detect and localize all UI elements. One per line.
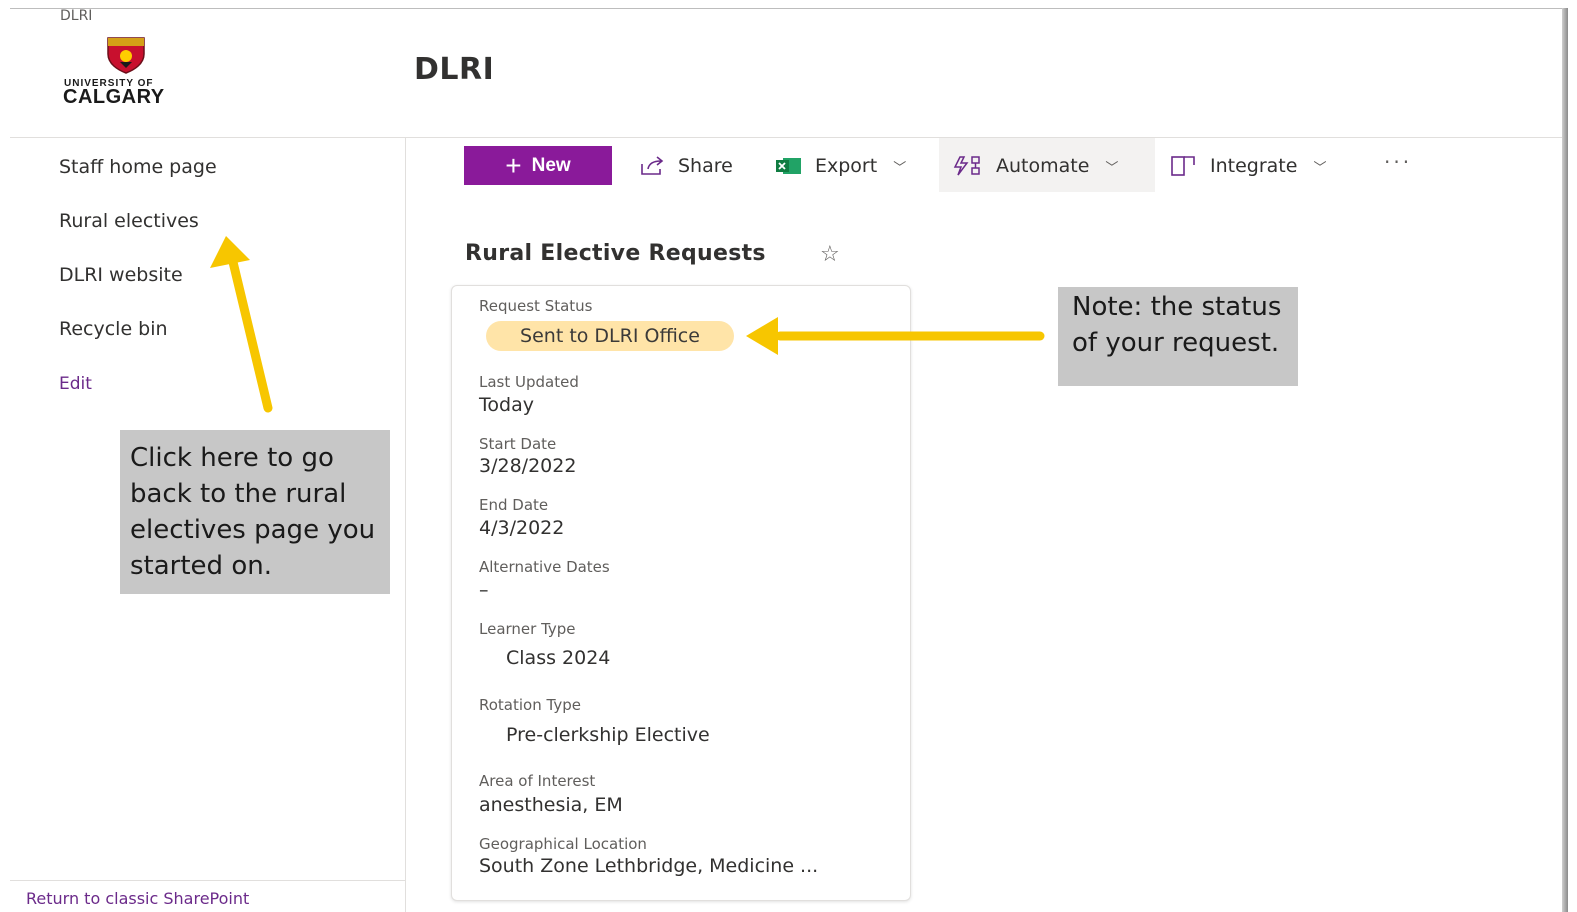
header-divider [10,137,1562,138]
export-button[interactable]: Export ﹀ [775,150,906,182]
list-title: Rural Elective Requests [465,241,766,266]
nav-divider [405,138,406,912]
field-label-request-status: Request Status [479,297,593,315]
field-label-area-of-interest: Area of Interest [479,772,596,790]
integrate-icon [1171,156,1195,176]
field-value-geographical-location: South Zone Lethbridge, Medicine ... [479,855,819,877]
university-logo[interactable]: UNIVERSITY OF CALGARY [60,36,200,110]
nav-footer-divider [10,880,405,881]
nav-item-staff-home[interactable]: Staff home page [59,156,217,178]
share-icon [641,156,664,175]
new-button-label: New [531,154,571,176]
share-button[interactable]: Share [640,150,733,182]
share-label: Share [678,155,733,177]
integrate-button[interactable]: Integrate ﹀ [1170,150,1326,182]
star-icon[interactable]: ☆ [820,242,840,267]
field-label-end-date: End Date [479,496,549,514]
logo-text-line2: CALGARY [63,86,165,108]
new-button[interactable]: + New [464,146,612,185]
plus-icon: + [505,149,522,181]
field-label-alternative-dates: Alternative Dates [479,558,610,576]
site-breadcrumb[interactable]: DLRI [60,8,92,24]
annotation-callout-rural-electives: Click here to go back to the rural elect… [120,430,390,594]
excel-icon [776,158,801,174]
window-shadow [1562,8,1568,912]
export-label: Export [815,155,878,177]
return-classic-link[interactable]: Return to classic SharePoint [26,889,249,908]
chevron-down-icon: ﹀ [893,160,907,176]
field-label-geographical-location: Geographical Location [479,835,647,853]
field-label-rotation-type: Rotation Type [479,696,581,714]
nav-edit-link[interactable]: Edit [59,374,92,394]
status-badge[interactable]: Sent to DLRI Office [486,321,734,351]
field-value-last-updated: Today [479,394,534,416]
site-title[interactable]: DLRI [414,52,494,87]
field-value-end-date: 4/3/2022 [479,517,565,539]
nav-item-rural-electives[interactable]: Rural electives [59,210,199,232]
chevron-down-icon: ﹀ [1105,160,1119,176]
field-label-start-date: Start Date [479,435,557,453]
arrow-to-rural-electives [210,236,273,413]
chevron-down-icon: ﹀ [1313,160,1327,176]
field-value-learner-type[interactable]: Class 2024 [506,647,610,669]
field-value-area-of-interest: anesthesia, EM [479,794,623,816]
crest-icon [107,37,145,74]
more-options-icon[interactable]: ··· [1384,150,1412,174]
automate-label: Automate [996,155,1090,177]
integrate-label: Integrate [1210,155,1298,177]
window-border [10,8,1567,9]
automate-icon [953,156,980,176]
nav-item-dlri-website[interactable]: DLRI website [59,264,183,286]
annotation-callout-status: Note: the status of your request. [1058,287,1298,386]
field-label-learner-type: Learner Type [479,620,576,638]
nav-item-recycle-bin[interactable]: Recycle bin [59,318,168,340]
field-label-last-updated: Last Updated [479,373,579,391]
automate-button[interactable]: Automate ﹀ [952,150,1118,182]
field-value-start-date: 3/28/2022 [479,455,577,477]
field-value-alternative-dates: – [479,579,489,601]
field-value-rotation-type[interactable]: Pre-clerkship Elective [506,724,710,746]
